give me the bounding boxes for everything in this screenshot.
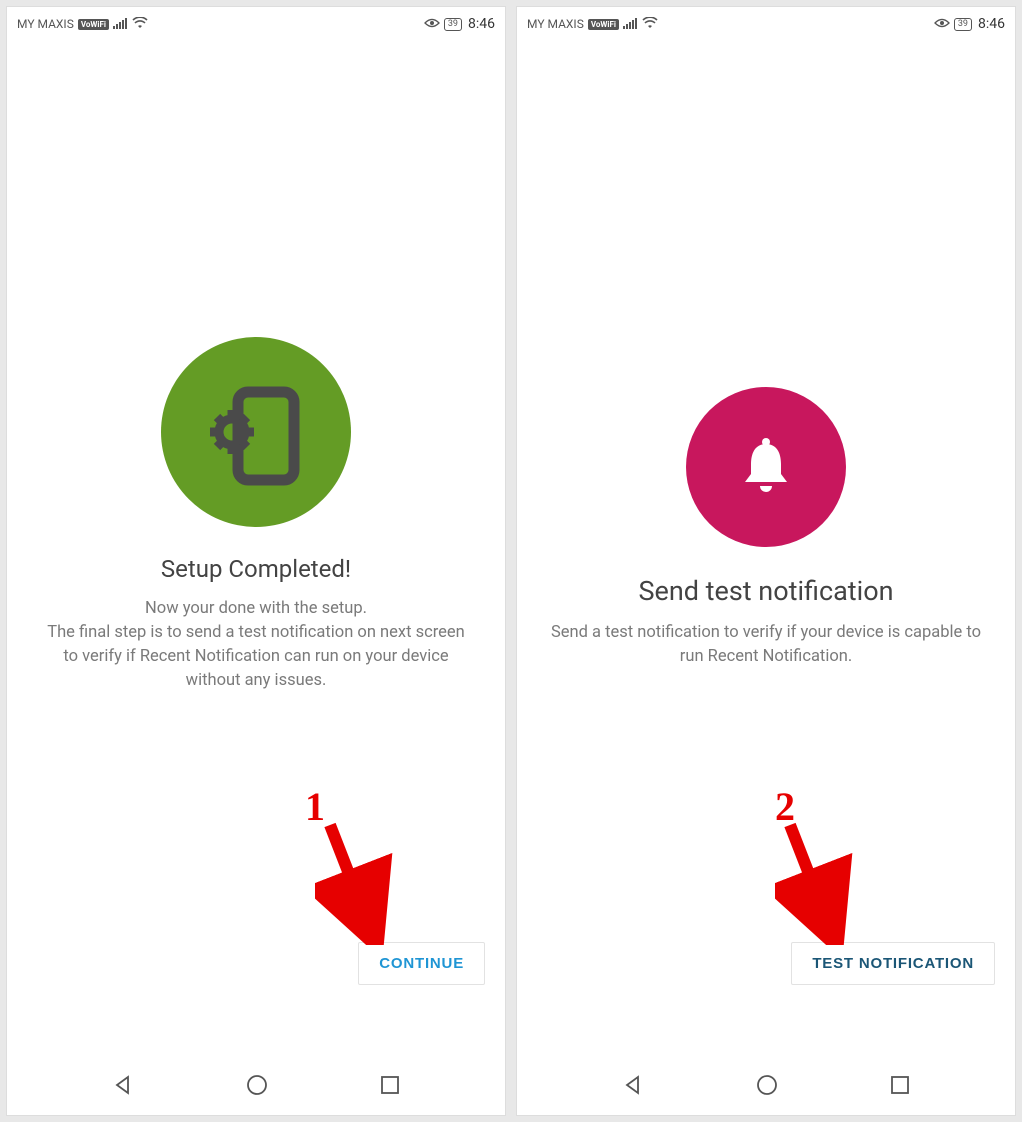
notification-bell-icon: [686, 387, 846, 547]
phone-screen-right: MY MAXIS VoWiFi 39 8:46 Send test no: [516, 6, 1016, 1116]
continue-button[interactable]: CONTINUE: [358, 942, 485, 985]
content-area: Send test notification Send a test notif…: [517, 37, 1015, 1065]
phone-screen-left: MY MAXIS VoWiFi 39 8:46: [6, 6, 506, 1116]
signal-icon: [623, 17, 638, 32]
nav-recent-icon[interactable]: [380, 1075, 400, 1099]
nav-home-icon[interactable]: [755, 1073, 779, 1101]
battery-indicator: 39: [444, 18, 462, 31]
page-title: Send test notification: [639, 575, 894, 607]
eye-icon: [934, 17, 950, 31]
page-description: Send a test notification to verify if yo…: [551, 621, 981, 669]
nav-recent-icon[interactable]: [890, 1075, 910, 1099]
nav-back-icon[interactable]: [112, 1074, 134, 1100]
nav-back-icon[interactable]: [622, 1074, 644, 1100]
clock-label: 8:46: [468, 16, 495, 32]
content-area: Setup Completed! Now your done with the …: [7, 37, 505, 1065]
annotation-number-2: 2: [775, 783, 795, 830]
carrier-label: MY MAXIS: [17, 17, 74, 31]
button-label: CONTINUE: [379, 955, 464, 972]
eye-icon: [424, 17, 440, 31]
annotation-arrow-icon: [315, 815, 395, 945]
vowifi-badge: VoWiFi: [78, 19, 109, 30]
wifi-icon: [642, 17, 658, 32]
status-bar: MY MAXIS VoWiFi 39 8:46: [517, 7, 1015, 37]
navigation-bar: [7, 1065, 505, 1115]
battery-indicator: 39: [954, 18, 972, 31]
button-label: TEST NOTIFICATION: [812, 955, 974, 972]
nav-home-icon[interactable]: [245, 1073, 269, 1101]
annotation-number-1: 1: [305, 783, 325, 830]
carrier-label: MY MAXIS: [527, 17, 584, 31]
page-description: Now your done with the setup. The final …: [41, 597, 471, 693]
clock-label: 8:46: [978, 16, 1005, 32]
vowifi-badge: VoWiFi: [588, 19, 619, 30]
navigation-bar: [517, 1065, 1015, 1115]
wifi-icon: [132, 17, 148, 32]
test-notification-button[interactable]: TEST NOTIFICATION: [791, 942, 995, 985]
annotation-arrow-icon: [775, 815, 855, 945]
page-title: Setup Completed!: [161, 555, 351, 583]
signal-icon: [113, 17, 128, 32]
status-bar: MY MAXIS VoWiFi 39 8:46: [7, 7, 505, 37]
setup-complete-icon: [161, 337, 351, 527]
